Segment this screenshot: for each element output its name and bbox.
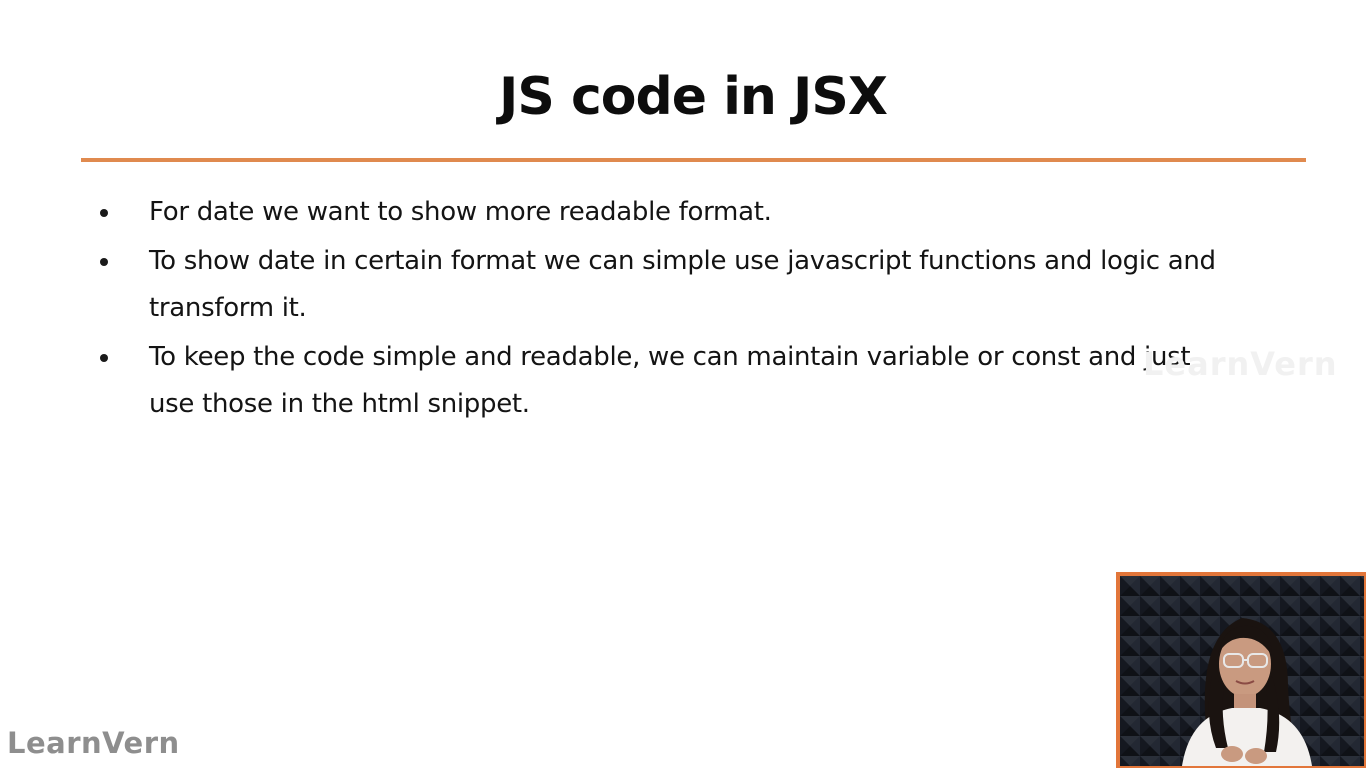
watermark-faint: LearnVern — [1143, 345, 1338, 383]
bullet-dot-icon — [100, 209, 108, 217]
bullet-text: To keep the code simple and readable, we… — [149, 342, 1191, 419]
bullet-item: To show date in certain format we can si… — [98, 238, 1238, 332]
webcam-overlay — [1116, 572, 1366, 768]
presentation-slide: JS code in JSX For date we want to show … — [0, 0, 1366, 768]
bullet-dot-icon — [100, 258, 108, 266]
presenter-video-icon — [1120, 576, 1364, 766]
bullet-text: To show date in certain format we can si… — [149, 246, 1216, 323]
title-divider — [81, 158, 1306, 162]
slide-title: JS code in JSX — [499, 67, 888, 127]
bullet-text: For date we want to show more readable f… — [149, 197, 772, 227]
bullet-dot-icon — [100, 354, 108, 362]
bullet-list: For date we want to show more readable f… — [98, 189, 1238, 430]
learnvern-logo: LearnVern — [7, 726, 180, 760]
bullet-item: To keep the code simple and readable, we… — [98, 334, 1238, 428]
bullet-item: For date we want to show more readable f… — [98, 189, 1238, 236]
